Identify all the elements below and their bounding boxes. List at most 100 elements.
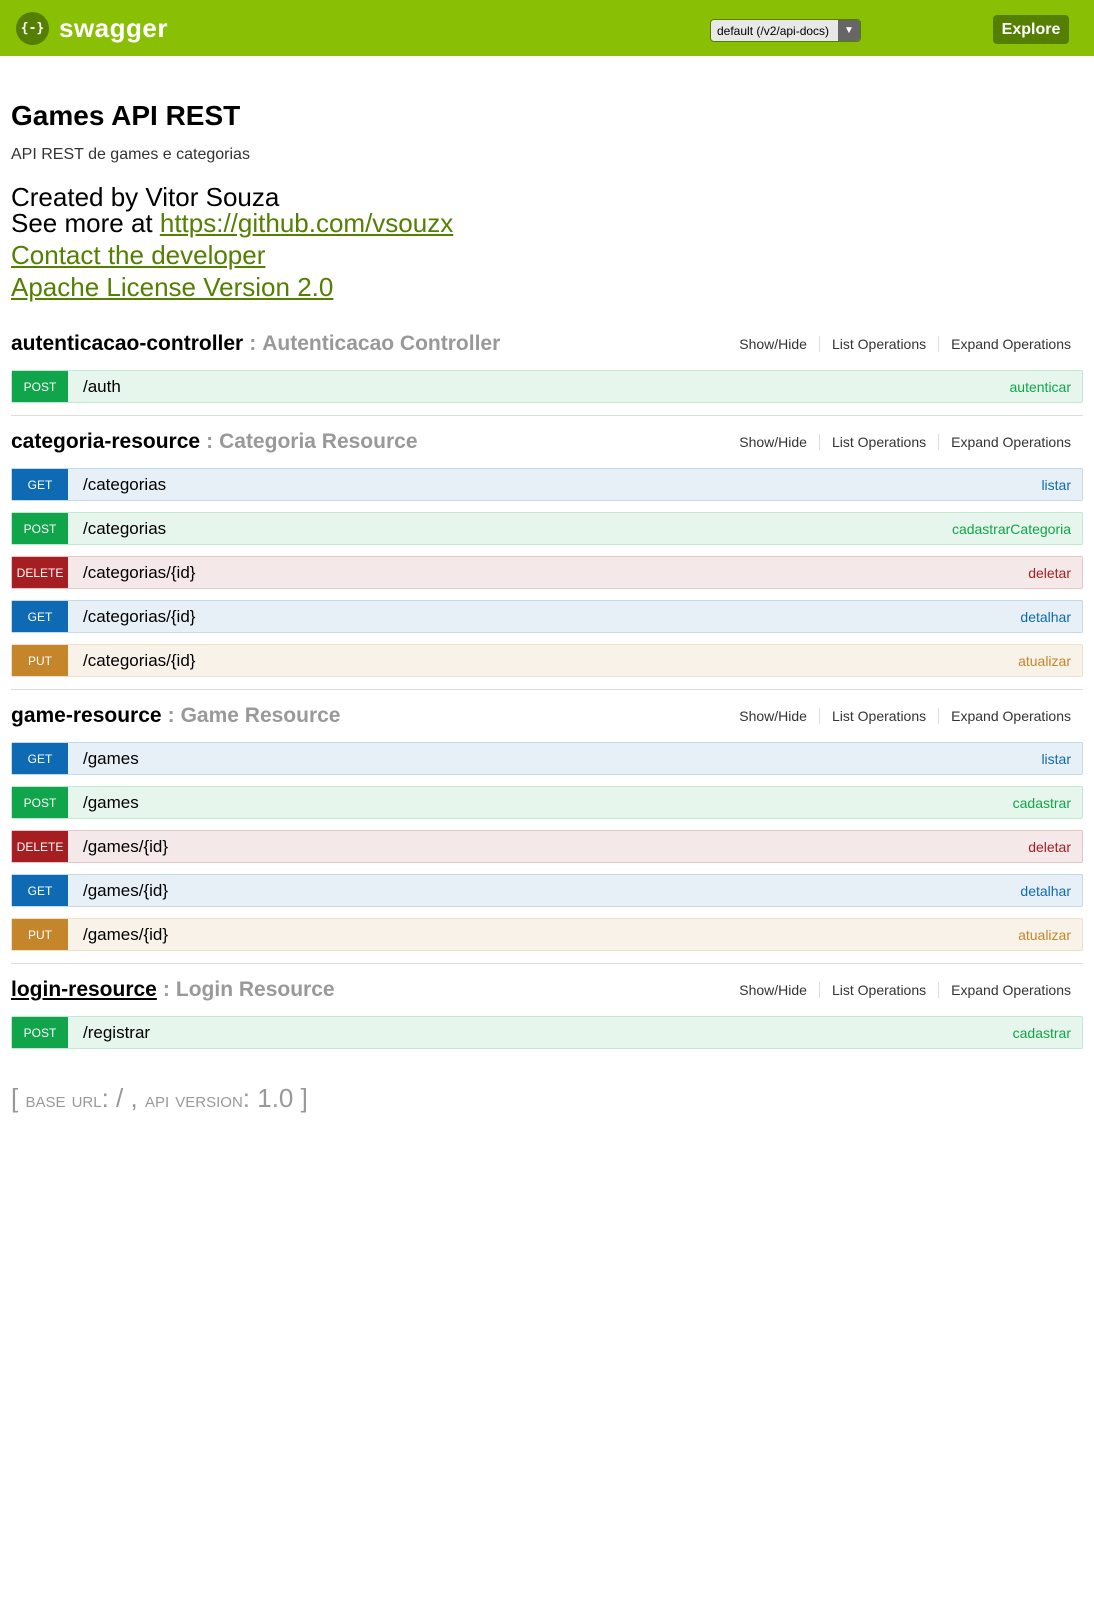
list-operations-link[interactable]: List Operations: [820, 434, 940, 450]
api-version-label: api version: [144, 1087, 243, 1112]
operation-row[interactable]: DELETE /games/{id} deletar: [11, 830, 1083, 863]
http-method-badge[interactable]: POST: [12, 1017, 68, 1048]
created-by: Created by Vitor Souza: [11, 182, 280, 212]
http-method-badge[interactable]: GET: [12, 469, 68, 500]
resource-description: Autenticacao Controller: [262, 332, 501, 355]
api-contact-info: Created by Vitor Souza See more at https…: [11, 184, 1083, 300]
http-method-badge[interactable]: GET: [12, 743, 68, 774]
explore-button[interactable]: Explore: [993, 15, 1069, 44]
resource-heading: autenticacao-controller : Autenticacao C…: [11, 326, 1083, 362]
operation-row[interactable]: GET /games listar: [11, 742, 1083, 775]
http-method-badge[interactable]: GET: [12, 601, 68, 632]
operation-row[interactable]: DELETE /categorias/{id} deletar: [11, 556, 1083, 589]
operation-path[interactable]: /categorias/{id}: [83, 607, 195, 627]
operation-row[interactable]: POST /games cadastrar: [11, 786, 1083, 819]
operation-path[interactable]: /categorias/{id}: [83, 563, 195, 583]
operation-row[interactable]: GET /games/{id} detalhar: [11, 874, 1083, 907]
operation-nickname[interactable]: cadastrarCategoria: [952, 521, 1071, 537]
resource-name[interactable]: login-resource: [11, 978, 157, 1002]
operation-path[interactable]: /categorias/{id}: [83, 651, 195, 671]
resource-actions: Show/Hide List Operations Expand Operati…: [727, 708, 1083, 724]
api-footer: [ base url: / , api version: 1.0 ]: [0, 1069, 1094, 1114]
resource-name[interactable]: game-resource: [11, 704, 162, 728]
list-operations-link[interactable]: List Operations: [820, 336, 940, 352]
operation-row[interactable]: POST /auth autenticar: [11, 370, 1083, 403]
operations-list: POST /registrar cadastrar: [11, 1008, 1083, 1049]
operation-nickname[interactable]: cadastrar: [1013, 795, 1071, 811]
http-method-badge[interactable]: GET: [12, 875, 68, 906]
resource-actions: Show/Hide List Operations Expand Operati…: [727, 982, 1083, 998]
resources-list: autenticacao-controller : Autenticacao C…: [0, 326, 1094, 1061]
operation-row[interactable]: PUT /games/{id} atualizar: [11, 918, 1083, 951]
resource-separator: :: [162, 978, 170, 1001]
show-hide-link[interactable]: Show/Hide: [727, 434, 820, 450]
operation-nickname[interactable]: detalhar: [1020, 609, 1071, 625]
http-method-badge[interactable]: PUT: [12, 919, 68, 950]
operation-row[interactable]: POST /registrar cadastrar: [11, 1016, 1083, 1049]
operation-row[interactable]: POST /categorias cadastrarCategoria: [11, 512, 1083, 545]
resource-name[interactable]: categoria-resource: [11, 430, 200, 454]
operation-row[interactable]: PUT /categorias/{id} atualizar: [11, 644, 1083, 677]
operation-path[interactable]: /games: [83, 749, 139, 769]
resource-heading: categoria-resource : Categoria Resource …: [11, 424, 1083, 460]
operation-path[interactable]: /games/{id}: [83, 881, 168, 901]
operation-path[interactable]: /categorias: [83, 475, 166, 495]
http-method-badge[interactable]: DELETE: [12, 557, 68, 588]
see-more-line: See more at https://github.com/vsouzx: [11, 210, 1083, 236]
expand-operations-link[interactable]: Expand Operations: [939, 708, 1083, 724]
swagger-logo[interactable]: {-} swagger: [16, 11, 168, 45]
footer-close-bracket: ]: [300, 1083, 308, 1113]
operation-nickname[interactable]: atualizar: [1018, 927, 1071, 943]
operation-path[interactable]: /auth: [83, 377, 121, 397]
expand-operations-link[interactable]: Expand Operations: [939, 336, 1083, 352]
resource-separator: :: [206, 430, 214, 453]
operation-path[interactable]: /games/{id}: [83, 925, 168, 945]
operation-path[interactable]: /games/{id}: [83, 837, 168, 857]
resource-heading: login-resource : Login Resource Show/Hid…: [11, 972, 1083, 1008]
resource-autenticacao-controller: autenticacao-controller : Autenticacao C…: [11, 326, 1083, 416]
resource-actions: Show/Hide List Operations Expand Operati…: [727, 336, 1083, 352]
http-method-badge[interactable]: POST: [12, 371, 68, 402]
operation-nickname[interactable]: deletar: [1028, 839, 1071, 855]
show-hide-link[interactable]: Show/Hide: [727, 708, 820, 724]
github-link[interactable]: https://github.com/vsouzx: [160, 208, 453, 238]
http-method-badge[interactable]: PUT: [12, 645, 68, 676]
operation-nickname[interactable]: autenticar: [1010, 379, 1071, 395]
chevron-down-icon[interactable]: ▼: [838, 20, 860, 41]
operation-path[interactable]: /registrar: [83, 1023, 150, 1043]
spec-select[interactable]: default (/v2/api-docs) ▼: [710, 19, 861, 42]
base-url-value: : / ,: [101, 1083, 138, 1113]
resource-game-resource: game-resource : Game Resource Show/Hide …: [11, 698, 1083, 964]
resource-name[interactable]: autenticacao-controller: [11, 332, 243, 356]
license-link[interactable]: Apache License Version 2.0: [11, 272, 333, 302]
http-method-badge[interactable]: POST: [12, 787, 68, 818]
operation-nickname[interactable]: cadastrar: [1013, 1025, 1071, 1041]
operation-nickname[interactable]: deletar: [1028, 565, 1071, 581]
resource-description: Categoria Resource: [219, 430, 418, 453]
api-title: Games API REST: [11, 100, 241, 131]
show-hide-link[interactable]: Show/Hide: [727, 336, 820, 352]
api-version-value: : 1.0: [242, 1083, 294, 1113]
operation-row[interactable]: GET /categorias listar: [11, 468, 1083, 501]
operation-nickname[interactable]: atualizar: [1018, 653, 1071, 669]
contact-developer-link[interactable]: Contact the developer: [11, 240, 265, 270]
expand-operations-link[interactable]: Expand Operations: [939, 982, 1083, 998]
base-url-label: base url: [25, 1087, 102, 1112]
resource-login-resource: login-resource : Login Resource Show/Hid…: [11, 972, 1083, 1061]
http-method-badge[interactable]: POST: [12, 513, 68, 544]
operation-path[interactable]: /games: [83, 793, 139, 813]
resource-heading: game-resource : Game Resource Show/Hide …: [11, 698, 1083, 734]
resource-separator: :: [167, 704, 175, 727]
http-method-badge[interactable]: DELETE: [12, 831, 68, 862]
operation-nickname[interactable]: detalhar: [1020, 883, 1071, 899]
show-hide-link[interactable]: Show/Hide: [727, 982, 820, 998]
operations-list: GET /categorias listar POST /categorias …: [11, 460, 1083, 677]
operation-nickname[interactable]: listar: [1041, 751, 1071, 767]
list-operations-link[interactable]: List Operations: [820, 982, 940, 998]
list-operations-link[interactable]: List Operations: [820, 708, 940, 724]
operation-row[interactable]: GET /categorias/{id} detalhar: [11, 600, 1083, 633]
operation-path[interactable]: /categorias: [83, 519, 166, 539]
resource-separator: :: [249, 332, 257, 355]
expand-operations-link[interactable]: Expand Operations: [939, 434, 1083, 450]
operation-nickname[interactable]: listar: [1041, 477, 1071, 493]
